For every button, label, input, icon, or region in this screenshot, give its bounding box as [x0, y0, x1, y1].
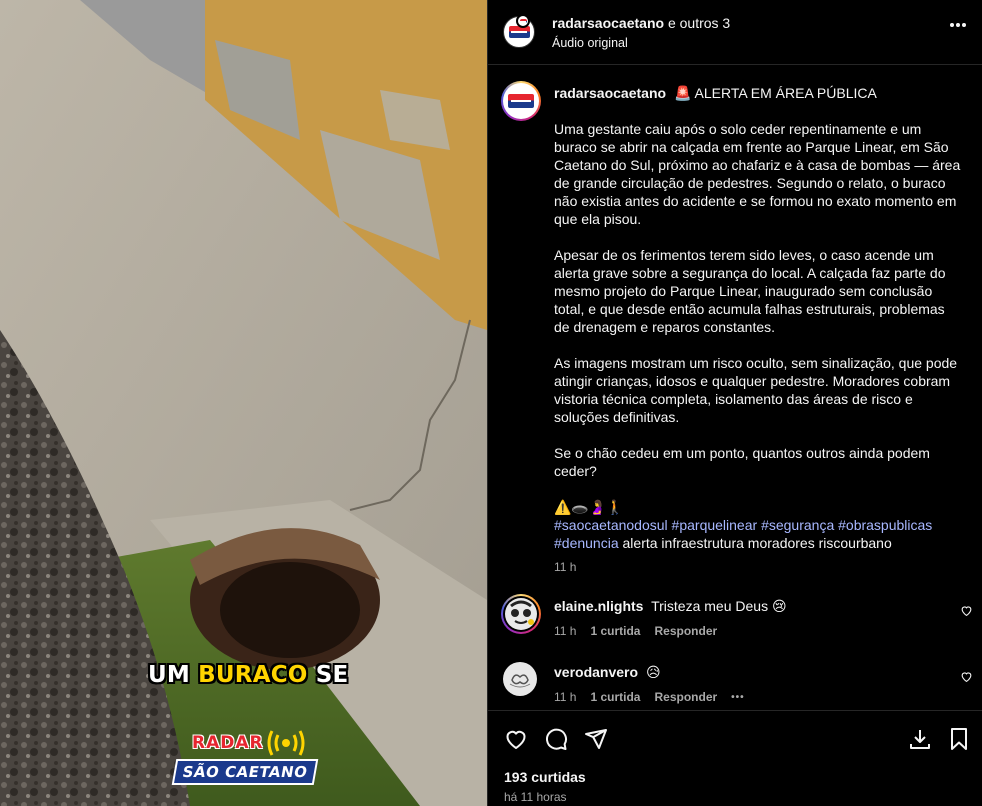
comment-like-icon[interactable]: [960, 670, 973, 683]
share-icon[interactable]: [584, 727, 608, 751]
reply-button[interactable]: Responder: [654, 690, 717, 706]
hashtag-link[interactable]: #segurança: [761, 517, 834, 533]
caption-username[interactable]: radarsaocaetano: [554, 85, 666, 101]
reply-button[interactable]: Responder: [654, 624, 717, 638]
comments-scroll-area[interactable]: radarsaocaetano 🚨 ALERTA EM ÁREA PÚBLICA…: [488, 66, 982, 710]
comment-likes[interactable]: 1 curtida: [590, 690, 640, 706]
comment-item: verodanvero 😥 11 h 1 curtida Responder •…: [488, 660, 982, 710]
antenna-icon: [267, 730, 305, 756]
comment-text: verodanvero 😥: [554, 664, 661, 681]
more-options-icon[interactable]: [949, 22, 967, 28]
radar-logo: RADAR SÃO CAETANO: [171, 730, 322, 795]
comment-time: 11 h: [554, 624, 577, 638]
post-header: radarsaocaetano e outros 3 Áudio origina…: [488, 0, 982, 65]
download-icon[interactable]: [908, 727, 932, 751]
post-actions: 193 curtidas há 11 horas: [488, 710, 982, 806]
likes-count[interactable]: 193 curtidas: [504, 769, 586, 785]
post-caption: radarsaocaetano 🚨 ALERTA EM ÁREA PÚBLICA…: [554, 84, 962, 552]
comment-meta: 11 h 1 curtida Responder: [554, 624, 717, 638]
caption-paragraph: As imagens mostram um risco oculto, sem …: [554, 355, 958, 425]
logo-bottom-text: SÃO CAETANO: [171, 759, 319, 785]
header-authors[interactable]: radarsaocaetano e outros 3: [552, 15, 730, 31]
comment-item: elaine.nlights Tristeza meu Deus 😢 11 h …: [488, 594, 982, 654]
post-media[interactable]: UM BURACO SE RADAR SÃO CAETANO: [0, 0, 487, 806]
caption-time: 11 h: [554, 560, 577, 574]
comment-username[interactable]: elaine.nlights: [554, 598, 643, 614]
header-coauthors[interactable]: e outros 3: [668, 15, 730, 31]
heart-icon[interactable]: [504, 727, 528, 751]
comment-more-button[interactable]: •••: [731, 690, 745, 706]
comment-icon[interactable]: [544, 727, 568, 751]
caption-paragraph: Apesar de os ferimentos terem sido leves…: [554, 247, 946, 335]
caption-paragraph: Se o chão cedeu em um ponto, quantos out…: [554, 445, 930, 479]
comment-username[interactable]: verodanvero: [554, 664, 638, 680]
comment-like-icon[interactable]: [960, 604, 973, 617]
comment-time: 11 h: [554, 690, 577, 704]
commenter-avatar[interactable]: [503, 662, 537, 696]
caption-plain-tags: alerta infraestrutura moradores riscourb…: [622, 535, 892, 551]
caption-paragraph: Uma gestante caiu após o solo ceder repe…: [554, 121, 961, 227]
comment-body: Tristeza meu Deus 😢: [651, 598, 787, 614]
comment-body: 😥: [645, 664, 661, 680]
caption-headline: 🚨 ALERTA EM ÁREA PÚBLICA: [673, 85, 877, 101]
video-caption: UM BURACO SE: [148, 662, 349, 688]
hashtag-link[interactable]: #parquelinear: [672, 517, 758, 533]
audio-label[interactable]: Áudio original: [552, 36, 628, 50]
hashtag-link[interactable]: #saocaetanodosul: [554, 517, 668, 533]
caption-emojis: ⚠️🕳️🤰🚶: [554, 499, 624, 515]
bookmark-icon[interactable]: [948, 727, 970, 751]
comment-meta: 11 h 1 curtida Responder •••: [554, 690, 745, 706]
commenter-avatar[interactable]: [501, 594, 541, 634]
comment-likes[interactable]: 1 curtida: [590, 624, 640, 638]
hashtag-link[interactable]: #obraspublicas: [838, 517, 932, 533]
comment-text: elaine.nlights Tristeza meu Deus 😢: [554, 598, 787, 615]
header-username[interactable]: radarsaocaetano: [552, 15, 664, 31]
post-panel: radarsaocaetano e outros 3 Áudio origina…: [487, 0, 982, 806]
coauthor-avatar[interactable]: [516, 14, 530, 28]
logo-top-text: RADAR: [192, 733, 264, 753]
caption-author-avatar[interactable]: [501, 81, 541, 121]
caption-hashtags: #saocaetanodosul #parquelinear #seguranç…: [554, 516, 962, 552]
posted-time: há 11 horas: [504, 790, 567, 804]
hashtag-link[interactable]: #denuncia: [554, 535, 619, 551]
